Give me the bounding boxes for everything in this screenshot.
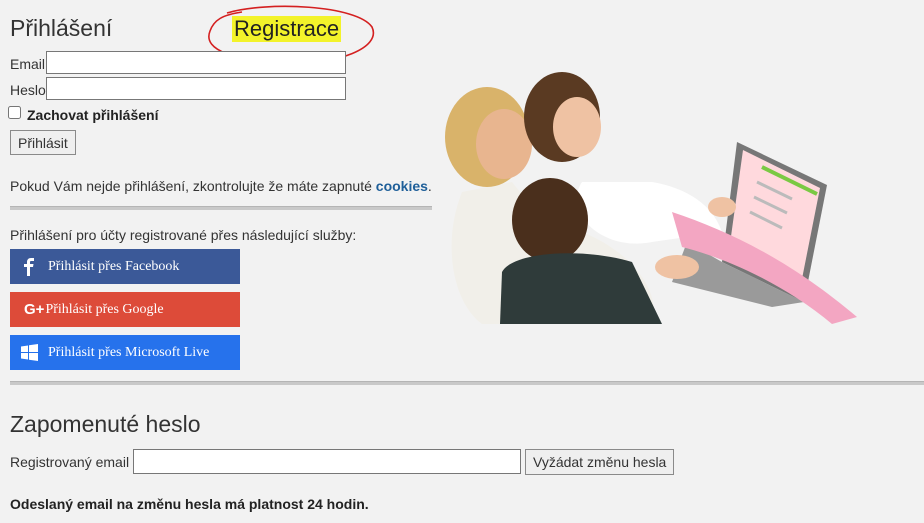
login-button[interactable]: Přihlásit <box>10 130 76 155</box>
remember-label: Zachovat přihlášení <box>27 107 159 123</box>
registered-email-label: Registrovaný email <box>10 454 130 470</box>
email-field[interactable] <box>46 51 346 74</box>
password-field[interactable] <box>46 77 346 100</box>
register-link[interactable]: Registrace <box>232 16 342 42</box>
forgot-password-title: Zapomenuté heslo <box>10 411 201 437</box>
facebook-login-button[interactable]: Přihlásit přes Facebook <box>10 249 240 284</box>
email-label: Email <box>10 56 46 72</box>
registered-email-field[interactable] <box>133 449 521 474</box>
section-divider-wide <box>10 381 924 385</box>
microsoft-login-button[interactable]: Přihlásit přes Microsoft Live <box>10 335 240 370</box>
login-title: Přihlášení <box>10 15 113 41</box>
password-label: Heslo <box>10 82 46 98</box>
section-divider <box>10 206 432 210</box>
cookies-notice-text: Pokud Vám nejde přihlášení, zkontrolujte… <box>10 178 376 194</box>
cookies-link[interactable]: cookies <box>376 178 428 194</box>
request-password-change-button[interactable]: Vyžádat změnu hesla <box>525 449 675 475</box>
windows-icon <box>10 344 48 361</box>
cookies-notice: Pokud Vám nejde přihlášení, zkontrolujte… <box>10 178 432 194</box>
google-login-label: Přihlásit přes Google <box>45 301 164 317</box>
google-plus-icon: G+ <box>24 301 45 318</box>
facebook-login-label: Přihlásit přes Facebook <box>48 258 180 274</box>
family-laptop-photo <box>432 72 858 324</box>
password-reset-note: Odeslaný email na změnu hesla má platnos… <box>10 496 369 512</box>
facebook-icon <box>10 257 48 276</box>
remember-checkbox[interactable] <box>8 106 21 119</box>
social-heading: Přihlášení pro účty registrované přes ná… <box>10 227 357 243</box>
google-login-button[interactable]: G+ Přihlásit přes Google <box>10 292 240 327</box>
microsoft-login-label: Přihlásit přes Microsoft Live <box>48 344 210 360</box>
